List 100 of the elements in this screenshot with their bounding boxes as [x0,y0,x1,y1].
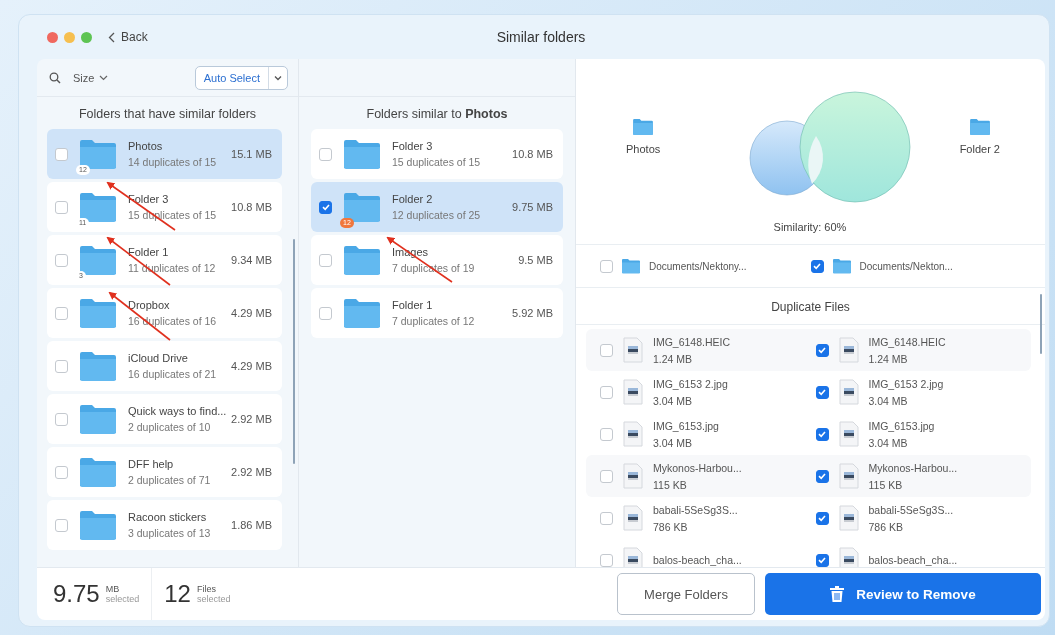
checkbox[interactable] [815,427,829,441]
folder-icon [78,244,118,276]
file-name: IMG_6153 2.jpg [653,377,728,390]
file-size: 3.04 MB [868,436,909,449]
checkbox[interactable] [810,259,824,273]
scrollbar[interactable] [293,239,295,464]
folder-icon [632,117,655,136]
column-heading: Folders similar to Photos [365,106,509,123]
checkbox[interactable] [55,200,68,214]
duplicates-count: 2 duplicates of 10 [128,421,212,433]
checkbox[interactable] [55,518,68,532]
file-name: babali-5SeSg3S... [868,503,954,516]
file-name: balos-beach_cha... [868,554,958,566]
checkbox[interactable] [55,412,68,426]
auto-select-split-button[interactable]: Auto Select [194,65,288,90]
checkbox[interactable] [815,511,829,525]
folder-icon [78,456,118,488]
window-title: Similar folders [496,29,586,45]
checkbox[interactable] [600,469,613,483]
folder-name: Folder 1 [392,299,434,311]
file-name: IMG_6153.jpg [868,419,935,432]
file-name: IMG_6148.HEIC [868,335,946,348]
checkbox[interactable] [815,553,829,567]
folder-size: 4.29 MB [231,360,272,372]
checkbox[interactable] [55,465,68,479]
folder-icon [78,191,118,223]
folder-name: Racoon stickers [128,511,208,523]
folder-icon [968,117,991,136]
close-button[interactable] [47,31,58,43]
checkbox[interactable] [319,253,332,267]
selected-size-value: 9.75 [53,580,100,608]
image-file-icon [838,379,859,405]
file-size: 3.04 MB [653,394,694,407]
image-file-icon [623,463,643,489]
folder-icon [78,297,118,329]
search-icon[interactable] [49,71,61,84]
folder-row[interactable]: Folder 3 15 duplicates of 15 10.8 MB [311,129,563,179]
folder-row[interactable]: Racoon stickers 3 duplicates of 13 1.86 MB [47,500,282,550]
file-size: 115 KB [868,478,904,491]
back-button[interactable]: Back [108,30,148,44]
scrollbar[interactable] [1040,294,1042,354]
unit-label: Files [196,584,217,594]
checkbox[interactable] [319,306,332,320]
folder-name: Folder 3 [392,140,434,152]
checkbox[interactable] [319,200,332,214]
file-name: Mykonos-Harbou... [868,461,958,474]
folder-size: 9.75 MB [512,201,553,213]
folder-size: 9.34 MB [231,254,272,266]
review-to-remove-button[interactable]: Review to Remove [765,573,1041,615]
checkbox[interactable] [600,343,613,357]
checkbox[interactable] [55,147,68,161]
duplicates-count: 2 duplicates of 71 [128,474,212,486]
folder-row[interactable]: Folder 1 7 duplicates of 12 5.92 MB [311,288,563,338]
folder-label: Photos [626,143,661,156]
checkbox[interactable] [600,385,613,399]
folder-row[interactable]: DFF help 2 duplicates of 71 2.92 MB [47,447,282,497]
folder-name: Folder 2 [392,193,434,205]
checkbox[interactable] [55,253,68,267]
checkbox[interactable] [55,306,68,320]
sort-dropdown[interactable]: Size [73,71,109,84]
folder-size: 9.5 MB [518,254,553,266]
checkbox[interactable] [55,359,68,373]
checkbox[interactable] [815,343,829,357]
folder-name: DFF help [128,458,175,470]
checkbox[interactable] [600,427,613,441]
checkbox[interactable] [600,511,613,525]
trash-icon [830,586,845,602]
checkbox[interactable] [600,259,613,273]
folder-name: Photos [128,140,164,152]
image-file-icon [838,505,859,531]
checkbox[interactable] [815,385,829,399]
folder-name: Folder 3 [128,193,170,205]
folder-icon [78,509,118,541]
zoom-button[interactable] [81,31,92,43]
file-name: Mykonos-Harbou... [653,461,742,474]
folder-path: Documents/Nekton... [859,260,953,272]
folder-icon [78,403,118,435]
folder-size: 5.92 MB [512,307,553,319]
folder-size: 2.92 MB [231,413,272,425]
image-file-icon [623,379,643,405]
merge-folders-button[interactable]: Merge Folders [617,573,755,615]
folder-row[interactable]: iCloud Drive 16 duplicates of 21 4.29 MB [47,341,282,391]
folder-icon [342,138,382,170]
image-file-icon [838,463,859,489]
file-size: 786 KB [653,520,689,533]
checkbox[interactable] [319,147,332,161]
folder-icon [342,297,382,329]
folder-icon [831,258,852,274]
checkbox[interactable] [600,553,613,567]
minimize-button[interactable] [64,31,75,43]
folder-name: Folder 1 [128,246,170,258]
file-name: IMG_6148.HEIC [653,335,731,348]
auto-select-button[interactable]: Auto Select [195,66,269,89]
image-file-icon [623,421,643,447]
checkbox[interactable] [815,469,829,483]
folder-icon [78,350,118,382]
folder-icon [342,191,382,223]
file-size: 3.04 MB [868,394,909,407]
chevron-down-icon [99,74,109,81]
image-file-icon [838,337,859,363]
